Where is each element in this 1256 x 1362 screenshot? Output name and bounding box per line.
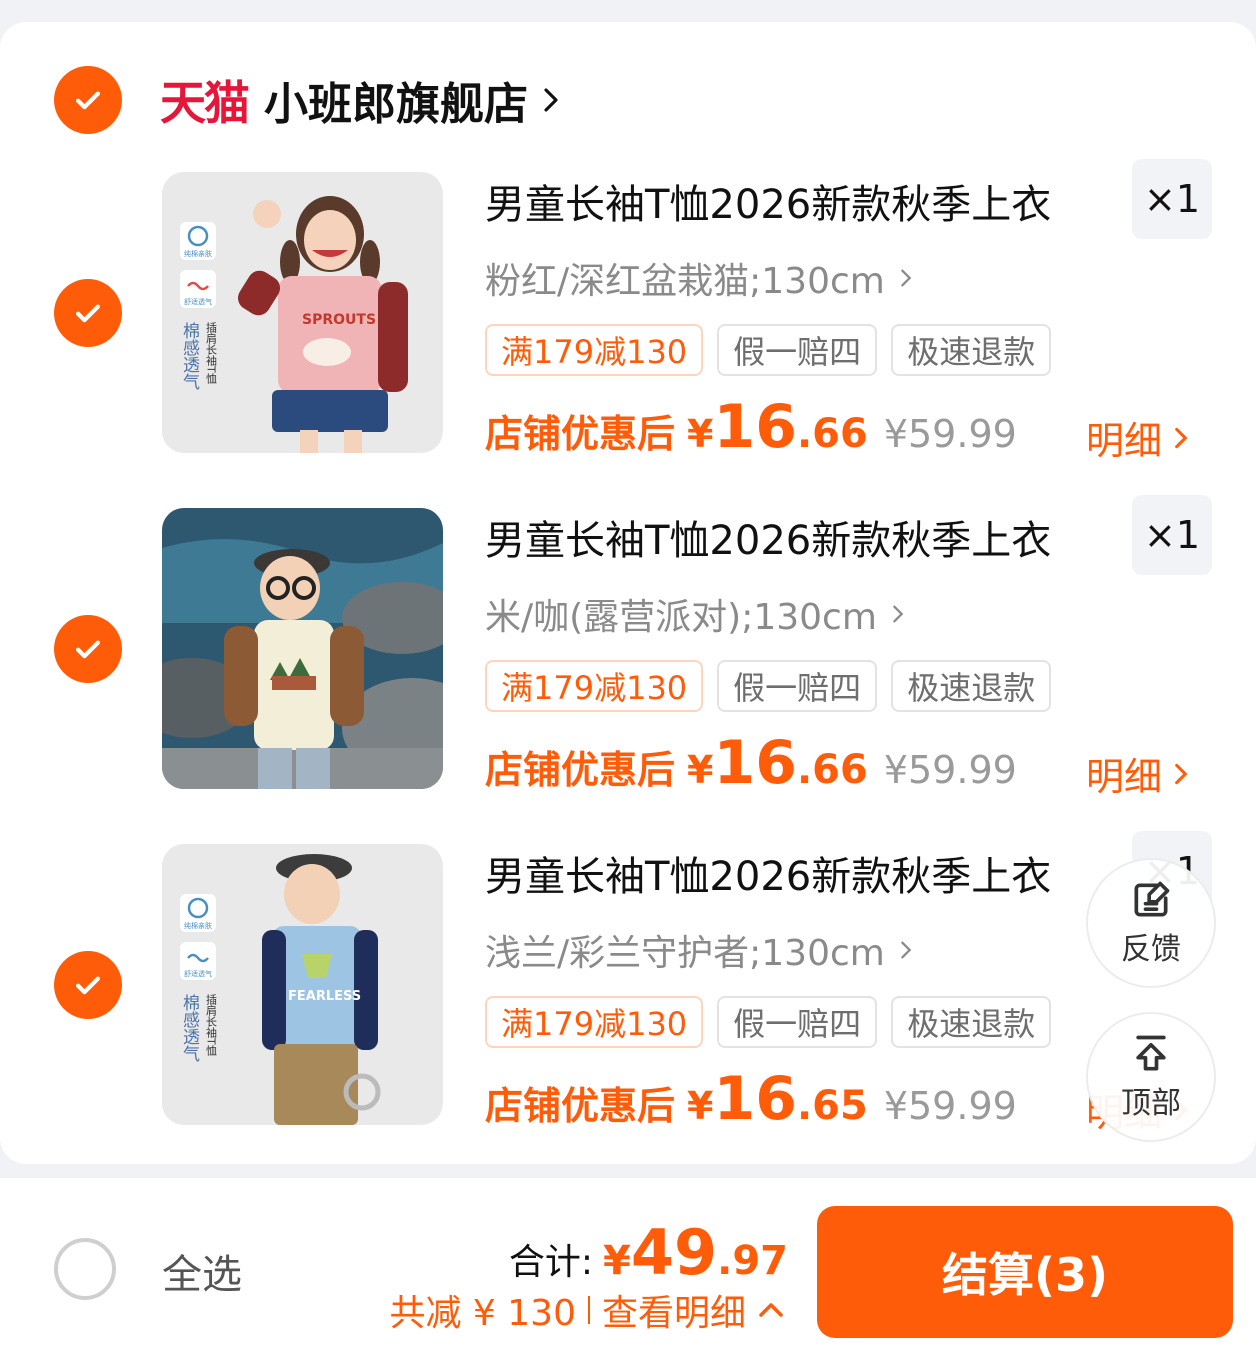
tmall-logo: 天猫 [160, 76, 250, 130]
checkmark-icon [75, 976, 101, 995]
guarantee-tag: 假一赔四 [717, 996, 878, 1048]
quantity-button[interactable]: ×1 [1132, 159, 1212, 239]
view-detail-label: 查看明细 [601, 1293, 746, 1334]
select-all-label[interactable]: 全选 [162, 1242, 242, 1300]
variant-selector[interactable]: 粉红/深红盆栽猫;130cm [485, 252, 917, 304]
feedback-label: 反馈 [1121, 932, 1181, 967]
top-label: 顶部 [1121, 1086, 1181, 1121]
badge-text: 舒适透气 [184, 297, 212, 306]
store-name[interactable]: 小班郎旗舰店 [264, 68, 528, 132]
price-row: 店铺优惠后 ¥ 16 .65 ¥59.99 [485, 1064, 1017, 1134]
total-label: 合计: [508, 1242, 594, 1283]
price-label: 店铺优惠后 [485, 1084, 676, 1128]
arrow-up-icon [1136, 1035, 1166, 1071]
shirt-print-text: FEARLESS [288, 989, 361, 1004]
divider [587, 1296, 590, 1324]
detail-label: 明细 [1086, 755, 1163, 799]
tag-list: 满179减130 假一赔四 极速退款 [485, 324, 1052, 376]
price-decimal: .65 [796, 1083, 868, 1129]
variant-text: 米/咖(露营派对);130cm [485, 597, 877, 638]
checkmark-icon [75, 640, 101, 659]
price-currency: ¥ [687, 412, 714, 456]
total-decimal: .97 [717, 1238, 788, 1284]
total-currency: ¥ [603, 1238, 631, 1284]
product-photo-boy-blue-tshirt: 纯棉亲肤 舒适透气 棉感透气 插肩长袖T恤 FEARLESS [162, 844, 443, 1125]
price-integer: 16 [713, 1064, 797, 1134]
refund-tag: 极速退款 [891, 996, 1052, 1048]
total-integer: 49 [630, 1216, 718, 1289]
product-image[interactable] [162, 508, 443, 789]
variant-text: 粉红/深红盆栽猫;130cm [485, 261, 885, 302]
tag-list: 满179减130 假一赔四 极速退款 [485, 660, 1052, 712]
feedback-button[interactable]: 反馈 [1086, 858, 1216, 988]
total-price: 合计: ¥ 49 .97 [509, 1216, 788, 1289]
chevron-right-icon [901, 269, 912, 287]
item-select-checkbox[interactable] [54, 951, 122, 1019]
shirt-print-text: SPROUTS [302, 312, 376, 328]
product-image[interactable]: 纯棉亲肤 舒适透气 棉感透气 插肩长袖T恤 FEARLESS [162, 844, 443, 1125]
back-to-top-button[interactable]: 顶部 [1086, 1012, 1216, 1142]
promo-tag: 满179减130 [485, 660, 704, 712]
price-decimal: .66 [796, 411, 868, 457]
price-currency: ¥ [687, 748, 714, 792]
chevron-right-icon [1175, 427, 1188, 448]
original-price: ¥59.99 [883, 412, 1017, 456]
price-label: 店铺优惠后 [485, 412, 676, 456]
item-select-checkbox[interactable] [54, 279, 122, 347]
guarantee-tag: 假一赔四 [717, 324, 878, 376]
checkmark-icon [75, 91, 101, 110]
product-photo-girl-pink-tshirt: 纯棉亲肤 舒适透气 棉感透气 插肩长袖T恤 SPROUTS [162, 172, 443, 453]
saving-text: 共减 ¥ 130 [389, 1293, 576, 1334]
price-row: 店铺优惠后 ¥ 16 .66 ¥59.99 [485, 392, 1017, 462]
edit-note-icon [1134, 881, 1170, 917]
price-detail-link[interactable]: 明细 [1086, 410, 1194, 465]
variant-text: 浅兰/彩兰守护者;130cm [485, 933, 885, 974]
store-header[interactable]: 天猫 小班郎旗舰店 [160, 70, 566, 130]
chevron-right-icon [1175, 763, 1188, 784]
variant-selector[interactable]: 浅兰/彩兰守护者;130cm [485, 924, 917, 976]
variant-selector[interactable]: 米/咖(露营派对);130cm [485, 588, 909, 640]
store-select-checkbox[interactable] [54, 66, 122, 134]
checkmark-icon [75, 304, 101, 323]
product-title[interactable]: 男童长袖T恤2026新款秋季上衣 [485, 844, 1051, 902]
guarantee-tag: 假一赔四 [717, 660, 878, 712]
image-vertical-text: 棉感透气 [179, 322, 200, 390]
image-vertical-text: 插肩长袖T恤 [205, 993, 218, 1057]
original-price: ¥59.99 [883, 1084, 1017, 1128]
product-photo-boy-rocks [162, 508, 443, 789]
product-title[interactable]: 男童长袖T恤2026新款秋季上衣 [485, 172, 1051, 230]
product-title[interactable]: 男童长袖T恤2026新款秋季上衣 [485, 508, 1051, 566]
chevron-right-icon[interactable] [536, 85, 566, 115]
badge-text: 纯棉亲肤 [184, 921, 212, 930]
image-vertical-text: 棉感透气 [179, 994, 200, 1062]
chevron-up-icon [759, 1303, 783, 1317]
price-integer: 16 [713, 728, 797, 798]
price-integer: 16 [713, 392, 797, 462]
tag-list: 满179减130 假一赔四 极速退款 [485, 996, 1052, 1048]
refund-tag: 极速退款 [891, 324, 1052, 376]
checkout-button[interactable]: 结算(3) [817, 1206, 1233, 1338]
price-decimal: .66 [796, 747, 868, 793]
checkout-bar: 全选 合计: ¥ 49 .97 共减 ¥ 130 查看明细 结算(3) [0, 1178, 1256, 1362]
select-all-checkbox[interactable] [54, 1238, 116, 1300]
product-image[interactable]: 纯棉亲肤 舒适透气 棉感透气 插肩长袖T恤 SPROUTS [162, 172, 443, 453]
promo-tag: 满179减130 [485, 324, 704, 376]
item-select-checkbox[interactable] [54, 615, 122, 683]
badge-text: 纯棉亲肤 [184, 249, 212, 258]
chevron-right-icon [893, 605, 904, 623]
saving-detail-toggle[interactable]: 共减 ¥ 130 查看明细 [389, 1284, 786, 1336]
quantity-button[interactable]: ×1 [1132, 495, 1212, 575]
price-currency: ¥ [687, 1084, 714, 1128]
promo-tag: 满179减130 [485, 996, 704, 1048]
refund-tag: 极速退款 [891, 660, 1052, 712]
badge-text: 舒适透气 [184, 969, 212, 978]
chevron-right-icon [901, 941, 912, 959]
image-vertical-text: 插肩长袖T恤 [205, 321, 218, 385]
detail-label: 明细 [1086, 419, 1163, 463]
price-detail-link[interactable]: 明细 [1086, 746, 1194, 801]
original-price: ¥59.99 [883, 748, 1017, 792]
price-label: 店铺优惠后 [485, 748, 676, 792]
price-row: 店铺优惠后 ¥ 16 .66 ¥59.99 [485, 728, 1017, 798]
